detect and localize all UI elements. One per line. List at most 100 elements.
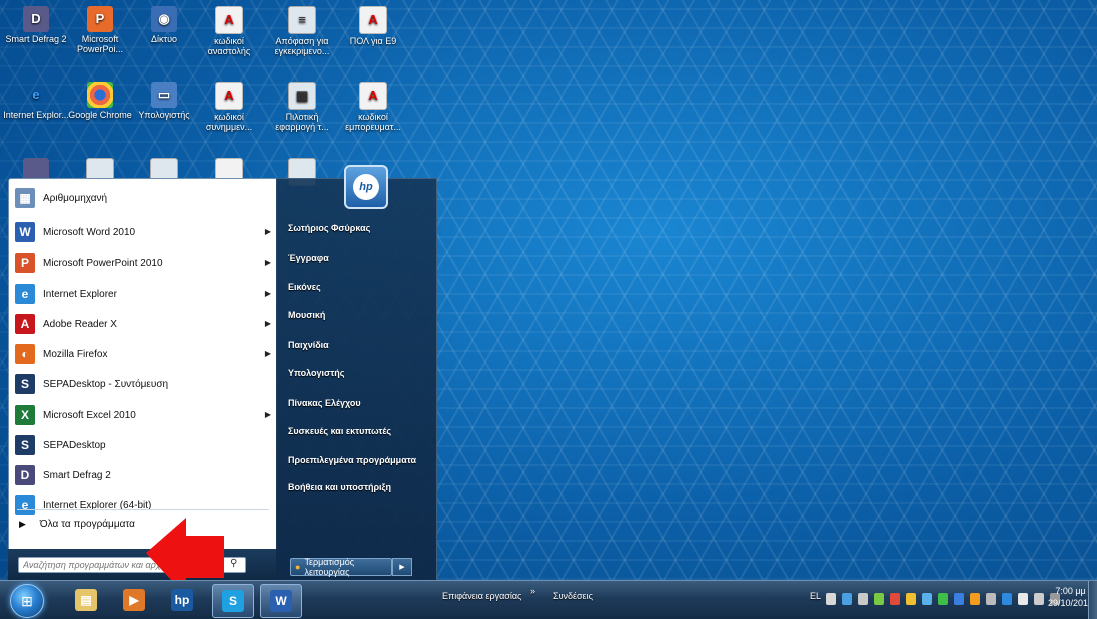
- adobe-reader-icon: A: [15, 314, 35, 334]
- program-item[interactable]: S SEPADesktop: [9, 432, 277, 458]
- powerpoint-icon: P: [15, 253, 35, 273]
- all-programs-button[interactable]: ▶ Όλα τα προγράμματα: [9, 513, 277, 535]
- desktop-shortcut[interactable]: Aκωδικοί αναστολής: [196, 6, 262, 56]
- desktop-shortcut[interactable]: e Internet Explor...: [3, 82, 69, 120]
- desktop-shortcut-label: Υπολογιστής: [138, 110, 190, 120]
- chevron-right-icon: ▶: [399, 564, 405, 571]
- start-menu-place-link[interactable]: Εικόνες: [288, 282, 321, 292]
- clock[interactable]: 7:00 μμ 29/10/2013: [1048, 585, 1093, 609]
- defrag-icon: D: [15, 465, 35, 485]
- start-menu-place-link[interactable]: Βοήθεια και υποστήριξη: [288, 482, 391, 492]
- start-menu-place-link[interactable]: Σωτήριος Φσύρκας: [288, 223, 370, 233]
- tray-icon[interactable]: [842, 593, 852, 605]
- desktop-shortcut[interactable]: P Microsoft PowerPoi...: [67, 6, 133, 54]
- triangle-right-icon: ▶: [19, 518, 26, 529]
- tray-icon[interactable]: [938, 593, 948, 605]
- sepa-icon: S: [15, 435, 35, 455]
- desktop-shortcut[interactable]: ◉ Δίκτυο: [131, 6, 197, 44]
- start-menu-place-link[interactable]: Προεπιλεγμένα προγράμματα: [288, 455, 416, 465]
- program-label: Smart Defrag 2: [43, 469, 111, 481]
- shutdown-button[interactable]: ● Τερματισμός λειτουργίας: [290, 557, 392, 577]
- start-button[interactable]: ⊞: [10, 584, 44, 618]
- explorer-taskbar-button[interactable]: ▤: [66, 584, 106, 616]
- hp-logo-icon: hp: [353, 174, 379, 200]
- desktop-shortcut[interactable]: Aκωδικοί εμπορευματ...: [340, 82, 406, 132]
- tray-icon[interactable]: [986, 593, 996, 605]
- computer-icon: ▭: [151, 82, 177, 108]
- submenu-arrow-icon[interactable]: ▶: [265, 410, 271, 419]
- program-item[interactable]: A Adobe Reader X ▶: [9, 311, 277, 337]
- search-icon[interactable]: ⚲: [230, 558, 237, 569]
- divider: [17, 509, 269, 510]
- start-menu-place-link[interactable]: Μουσική: [288, 310, 325, 320]
- desktop-shortcut[interactable]: A ΠΟΛ για Ε9: [340, 6, 406, 46]
- windows-logo-icon: ⊞: [21, 592, 33, 609]
- tray-icon[interactable]: [858, 593, 868, 605]
- tray-icon[interactable]: [1018, 593, 1028, 605]
- tray-icon[interactable]: [906, 593, 916, 605]
- shutdown-options-button[interactable]: ▶: [392, 558, 412, 576]
- language-indicator[interactable]: EL: [810, 591, 821, 601]
- desktop-shortcut-label: Απόφαση για εγκεκριμενο...: [274, 36, 330, 56]
- tray-icon[interactable]: [922, 593, 932, 605]
- program-item[interactable]: P Microsoft PowerPoint 2010 ▶: [9, 250, 277, 276]
- skype-taskbar-button[interactable]: S: [212, 584, 254, 618]
- submenu-arrow-icon[interactable]: ▶: [265, 258, 271, 267]
- toolbar-chevron-icon[interactable]: »: [530, 586, 535, 596]
- program-item[interactable]: W Microsoft Word 2010 ▶: [9, 219, 277, 245]
- word-taskbar-button[interactable]: W: [260, 584, 302, 618]
- tray-icon[interactable]: [954, 593, 964, 605]
- tray-icon[interactable]: [874, 593, 884, 605]
- user-picture[interactable]: hp: [344, 165, 388, 209]
- all-programs-label: Όλα τα προγράμματα: [39, 518, 135, 530]
- tray-icon[interactable]: [970, 593, 980, 605]
- internet-explorer-icon: e: [32, 87, 40, 102]
- desktop-shortcut-label: κωδικοί εμπορευματ...: [345, 112, 401, 132]
- program-item[interactable]: e Internet Explorer ▶: [9, 281, 277, 307]
- submenu-arrow-icon[interactable]: ▶: [265, 289, 271, 298]
- start-menu-place-link[interactable]: Συσκευές και εκτυπωτές: [288, 426, 391, 436]
- firefox-icon: ◐: [15, 344, 35, 364]
- submenu-arrow-icon[interactable]: ▶: [265, 227, 271, 236]
- skype-icon: S: [222, 590, 244, 612]
- tray-icon[interactable]: [826, 593, 836, 605]
- start-menu-place-link[interactable]: Έγγραφα: [288, 253, 329, 263]
- clock-date: 29/10/2013: [1048, 598, 1094, 608]
- desktop-shortcut[interactable]: Google Chrome: [67, 82, 133, 120]
- tray-icon[interactable]: [1034, 593, 1044, 605]
- clock-time: 7:00 μμ: [1055, 586, 1086, 596]
- start-menu-programs-pane: ▦ Αριθμομηχανή W Microsoft Word 2010 ▶ P Micro…: [8, 178, 278, 551]
- tray-icon[interactable]: [1002, 593, 1012, 605]
- program-item[interactable]: ▦ Αριθμομηχανή: [9, 185, 277, 211]
- hp-taskbar-button[interactable]: hp: [162, 584, 202, 616]
- desktop-shortcut[interactable]: D Smart Defrag 2: [3, 6, 69, 44]
- show-desktop-button[interactable]: [1088, 581, 1097, 619]
- desktop-shortcut[interactable]: ▦ Πιλοτική εφαρμογή τ...: [269, 82, 335, 132]
- start-menu-place-link[interactable]: Πίνακας Ελέγχου: [288, 398, 361, 408]
- media-player-taskbar-button[interactable]: ▶: [114, 584, 154, 616]
- document-icon: ≡: [288, 6, 316, 34]
- links-toolbar[interactable]: Συνδέσεις: [553, 591, 593, 601]
- desktop-shortcut[interactable]: Aκωδικοί συνημμεν...: [196, 82, 262, 132]
- submenu-arrow-icon[interactable]: ▶: [265, 319, 271, 328]
- desktop-toolbar[interactable]: Επιφάνεια εργασίας: [442, 591, 521, 601]
- media-player-icon: ▶: [123, 589, 145, 611]
- excel-icon: X: [15, 405, 35, 425]
- tray-icon[interactable]: [890, 593, 900, 605]
- start-menu-place-link[interactable]: Παιχνίδια: [288, 340, 329, 350]
- program-item[interactable]: S SEPADesktop - Συντόμευση: [9, 371, 277, 397]
- desktop-shortcut-label: κωδικοί αναστολής: [207, 36, 251, 56]
- start-menu-place-link[interactable]: Υπολογιστής: [288, 368, 344, 378]
- network-icon: ◉: [151, 6, 177, 32]
- program-item[interactable]: X Microsoft Excel 2010 ▶: [9, 402, 277, 428]
- desktop-shortcut[interactable]: ≡ Απόφαση για εγκεκριμενο...: [269, 6, 335, 56]
- program-label: Αριθμομηχανή: [43, 192, 108, 204]
- program-item[interactable]: D Smart Defrag 2: [9, 462, 277, 488]
- desktop-shortcut[interactable]: ▭ Υπολογιστής: [131, 82, 197, 120]
- notification-area: [826, 593, 1060, 607]
- desktop-shortcut-label: Πιλοτική εφαρμογή τ...: [275, 112, 329, 132]
- submenu-arrow-icon[interactable]: ▶: [265, 349, 271, 358]
- program-item[interactable]: ◐ Mozilla Firefox ▶: [9, 341, 277, 367]
- pdf-icon: A: [359, 82, 387, 110]
- document-icon: ▦: [288, 82, 316, 110]
